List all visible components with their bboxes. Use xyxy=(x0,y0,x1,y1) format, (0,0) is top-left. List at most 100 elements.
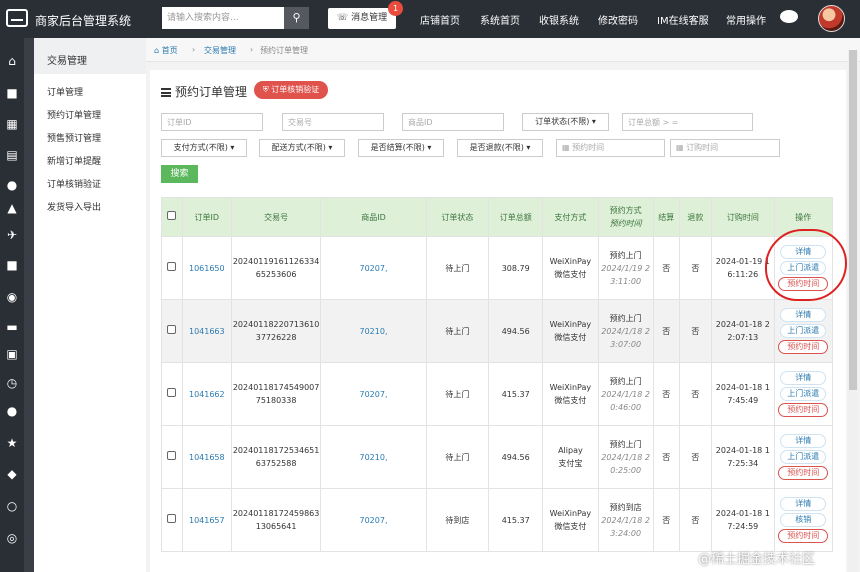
sidebar-item-import-export[interactable]: 发货导入导出 xyxy=(47,200,101,213)
reserve-time-input[interactable]: ▦ 预约时间 xyxy=(556,139,665,157)
sidebar-item-verify[interactable]: 订单核销验证 xyxy=(47,177,101,190)
pay-method-select[interactable]: 支付方式(不限) xyxy=(161,139,247,157)
row-checkbox[interactable] xyxy=(167,513,177,523)
reserve-time-button[interactable]: 预约时间 xyxy=(778,403,829,417)
sidebar-item-reserve-orders[interactable]: 预约订单管理 xyxy=(47,108,101,121)
clock-icon[interactable]: ◷ xyxy=(6,377,18,389)
breadcrumb-home[interactable]: ⌂ 首页 xyxy=(154,45,178,56)
order-id-link[interactable]: 1041658 xyxy=(181,425,232,489)
life-ring-icon[interactable]: ◎ xyxy=(6,532,18,544)
order-id-link[interactable]: 1061650 xyxy=(181,236,232,300)
nav-common-ops[interactable]: 常用操作 xyxy=(726,12,766,27)
nav-change-password[interactable]: 修改密码 xyxy=(598,12,638,27)
globe-icon[interactable]: ◉ xyxy=(6,291,18,303)
sidebar-item-new-order-alert[interactable]: 新增订单提醒 xyxy=(47,154,101,167)
row-checkbox[interactable] xyxy=(167,450,177,460)
product-id-link[interactable]: 70210, xyxy=(320,425,427,489)
video-icon[interactable]: ▬ xyxy=(6,321,18,333)
row-checkbox[interactable] xyxy=(167,387,177,397)
breadcrumb-section[interactable]: 交易管理 xyxy=(204,45,236,56)
verify-order-button[interactable]: ⛨ 订单核销验证 xyxy=(254,81,328,99)
reserve-time-button[interactable]: 预约时间 xyxy=(778,340,829,354)
star-icon[interactable]: ★ xyxy=(6,437,18,449)
order-total-input[interactable] xyxy=(622,113,753,131)
scrollbar[interactable] xyxy=(848,50,858,572)
users-icon[interactable]: ● xyxy=(6,179,18,191)
nav-im-service[interactable]: IM在线客服 xyxy=(657,12,709,27)
home-icon[interactable]: ⌂ xyxy=(6,55,18,67)
table-row: 1041663 20240118220713610 37726228 70210, 待上… xyxy=(161,299,834,363)
settle-cell: 否 xyxy=(652,488,680,552)
trophy-icon[interactable]: ◆ xyxy=(6,468,18,480)
delivery-select[interactable]: 配送方式(不限) xyxy=(259,139,345,157)
product-id-link[interactable]: 70207, xyxy=(320,236,427,300)
chat-icon[interactable] xyxy=(780,10,798,23)
settle-cell: 否 xyxy=(652,236,680,300)
order-id-link[interactable]: 1041663 xyxy=(181,299,232,363)
nav-shop-home[interactable]: 店铺首页 xyxy=(420,12,460,27)
select-all-checkbox[interactable] xyxy=(167,210,177,220)
money-icon[interactable]: ▣ xyxy=(6,348,18,360)
trade-no-cell: 20240119161126334 65253606 xyxy=(230,236,322,300)
col-order-time[interactable]: 订购时间 xyxy=(711,197,775,237)
detail-button[interactable]: 详情 xyxy=(780,371,827,385)
search-input[interactable] xyxy=(162,7,284,29)
detail-button[interactable]: 详情 xyxy=(780,245,827,259)
reserve-time-button[interactable]: 预约时间 xyxy=(778,277,829,291)
row-checkbox[interactable] xyxy=(167,324,177,334)
dispatch-button[interactable]: 上门派遣 xyxy=(780,261,827,275)
settle-cell: 否 xyxy=(652,299,680,363)
order-time-input[interactable]: ▦ 订购时间 xyxy=(670,139,780,157)
reserve-cell: 预约上门 2024/1/18 2 0:46:00 xyxy=(597,362,654,426)
dispatch-button[interactable]: 上门派遣 xyxy=(780,324,827,338)
settled-select[interactable]: 是否结算(不限) xyxy=(358,139,444,157)
refund-select[interactable]: 是否退款(不限) xyxy=(457,139,543,157)
col-status: 订单状态 xyxy=(425,197,490,237)
dispatch-button[interactable]: 核销 xyxy=(780,513,827,527)
product-id-link[interactable]: 70210, xyxy=(320,299,427,363)
sidebar-item-orders[interactable]: 订单管理 xyxy=(47,85,83,98)
icon-sidebar: ⌂ ■ ▦ ▤ ● ▲ ✈ ■ ◉ ▬ ▣ ◷ ● ★ ◆ ○ ◎ xyxy=(0,38,24,572)
nav-cashier[interactable]: 收银系统 xyxy=(539,12,579,27)
product-id-input[interactable] xyxy=(402,113,504,131)
product-id-link[interactable]: 70207, xyxy=(320,362,427,426)
gift-icon[interactable]: ■ xyxy=(6,259,18,271)
col-order-id[interactable]: 订单ID xyxy=(181,197,232,237)
search-submit-button[interactable]: 搜索 xyxy=(161,165,198,183)
pay-method-cell: WeiXinPay 微信支付 xyxy=(542,299,599,363)
book-icon[interactable]: ▤ xyxy=(6,149,18,161)
truck-icon[interactable]: ■ xyxy=(6,87,18,99)
col-actions: 操作 xyxy=(773,197,834,237)
detail-button[interactable]: 详情 xyxy=(780,434,827,448)
message-button[interactable]: ☏ 消息管理 xyxy=(328,8,396,29)
detail-button[interactable]: 详情 xyxy=(780,497,827,511)
row-checkbox[interactable] xyxy=(167,261,177,271)
order-id-input[interactable] xyxy=(161,113,263,131)
actions-cell: 详情 核销 预约时间 xyxy=(773,488,834,552)
detail-button[interactable]: 详情 xyxy=(780,308,827,322)
list-icon xyxy=(161,88,171,97)
order-id-link[interactable]: 1041662 xyxy=(181,362,232,426)
sidebar-item-presale[interactable]: 预售预订管理 xyxy=(47,131,101,144)
search-button[interactable]: ⚲ xyxy=(284,7,309,29)
bank-icon[interactable]: ▲ xyxy=(6,202,18,214)
col-total[interactable]: 订单总额 xyxy=(488,197,544,237)
dispatch-button[interactable]: 上门派遣 xyxy=(780,387,827,401)
grid-icon[interactable]: ▦ xyxy=(6,118,18,130)
avatar[interactable] xyxy=(818,5,845,32)
pay-method-cell: WeiXinPay 微信支付 xyxy=(542,488,599,552)
nav-system-home[interactable]: 系统首页 xyxy=(480,12,520,27)
refund-cell: 否 xyxy=(678,488,713,552)
order-status-select[interactable]: 订单状态(不限) xyxy=(522,113,609,131)
group-icon[interactable]: ● xyxy=(6,405,18,417)
reserve-time-button[interactable]: 预约时间 xyxy=(778,466,829,480)
trade-no-input[interactable] xyxy=(282,113,384,131)
trade-no-cell: 20240118172459863 13065641 xyxy=(230,488,322,552)
plane-icon[interactable]: ✈ xyxy=(6,229,18,241)
scrollbar-thumb[interactable] xyxy=(849,50,857,390)
order-id-link[interactable]: 1041657 xyxy=(181,488,232,552)
reserve-time-button[interactable]: 预约时间 xyxy=(778,529,829,543)
dispatch-button[interactable]: 上门派遣 xyxy=(780,450,827,464)
product-id-link[interactable]: 70207, xyxy=(320,488,427,552)
share-icon[interactable]: ○ xyxy=(6,500,18,512)
